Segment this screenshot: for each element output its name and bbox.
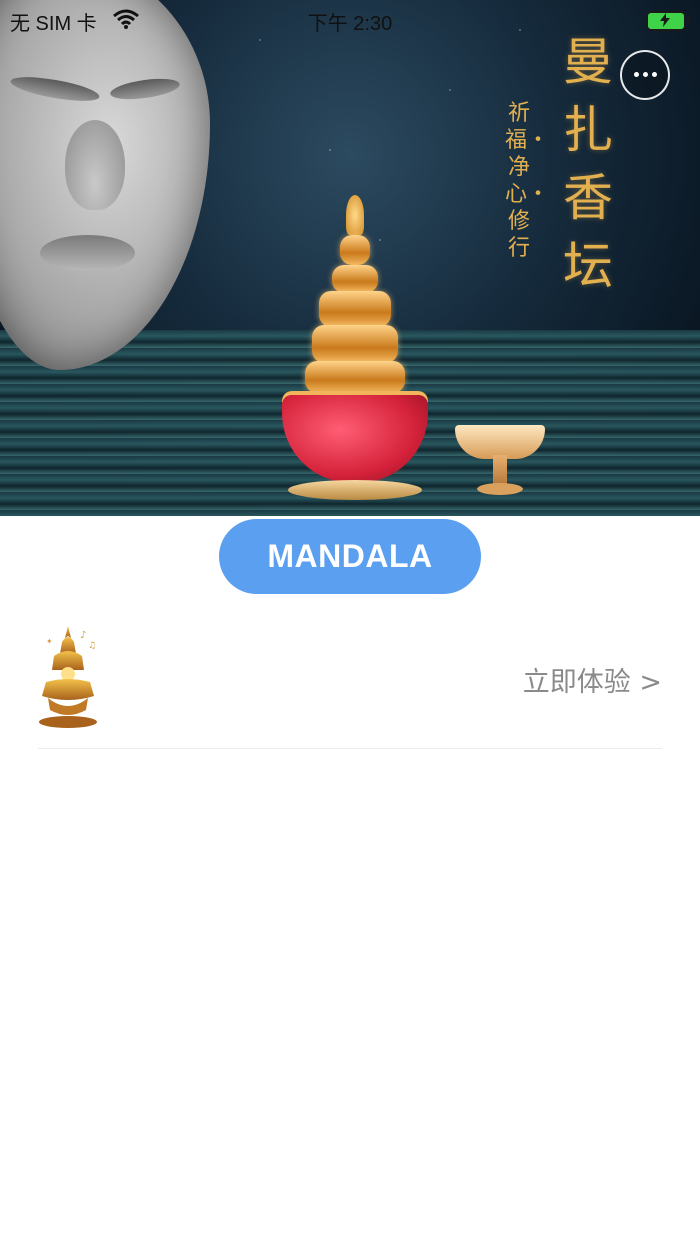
stupa-tier (305, 361, 405, 393)
lamp-cup (455, 425, 545, 459)
status-time: 下午 2:30 (307, 13, 393, 35)
stupa-spire (346, 195, 364, 235)
stupa-tier (332, 265, 378, 293)
buddha-lips (40, 235, 135, 271)
lamp-stem (493, 455, 507, 485)
lamp-foot (477, 483, 523, 495)
battery-charging-icon (646, 11, 690, 31)
red-offering-bowl (282, 395, 428, 483)
oil-lamp-image (455, 425, 560, 500)
banner-title: 曼扎香坛 (563, 33, 613, 295)
buddha-nose (65, 120, 125, 210)
mandala-offering-icon: ♪ ♫ ✦ (38, 624, 98, 728)
buddha-eye-right (109, 75, 181, 103)
more-dot (634, 72, 639, 77)
list-item[interactable]: ♪ ♫ ✦ 立即体验 > (38, 618, 662, 749)
stupa-tier (319, 291, 391, 327)
svg-text:✦: ✦ (46, 637, 53, 646)
stupa-base (288, 480, 422, 500)
svg-text:♫: ♫ (88, 641, 96, 651)
stupa-tier (312, 325, 398, 363)
stupa-tier (340, 235, 370, 265)
more-dot (652, 72, 657, 77)
mandala-stupa-image (280, 195, 430, 505)
more-dot (643, 72, 648, 77)
buddha-eye-left (9, 72, 101, 106)
hero-banner: 曼扎香坛 祈福・净心・修行 (0, 0, 700, 516)
svg-text:♪: ♪ (80, 630, 86, 641)
banner-subtitle: 祈福・净心・修行 (505, 101, 550, 261)
more-icon[interactable] (620, 50, 670, 100)
mandala-button[interactable]: MANDALA (219, 519, 481, 594)
status-bar: 无 SIM 卡 下午 2:30 (0, 0, 700, 40)
try-now-link[interactable]: 立即体验 > (523, 660, 662, 699)
